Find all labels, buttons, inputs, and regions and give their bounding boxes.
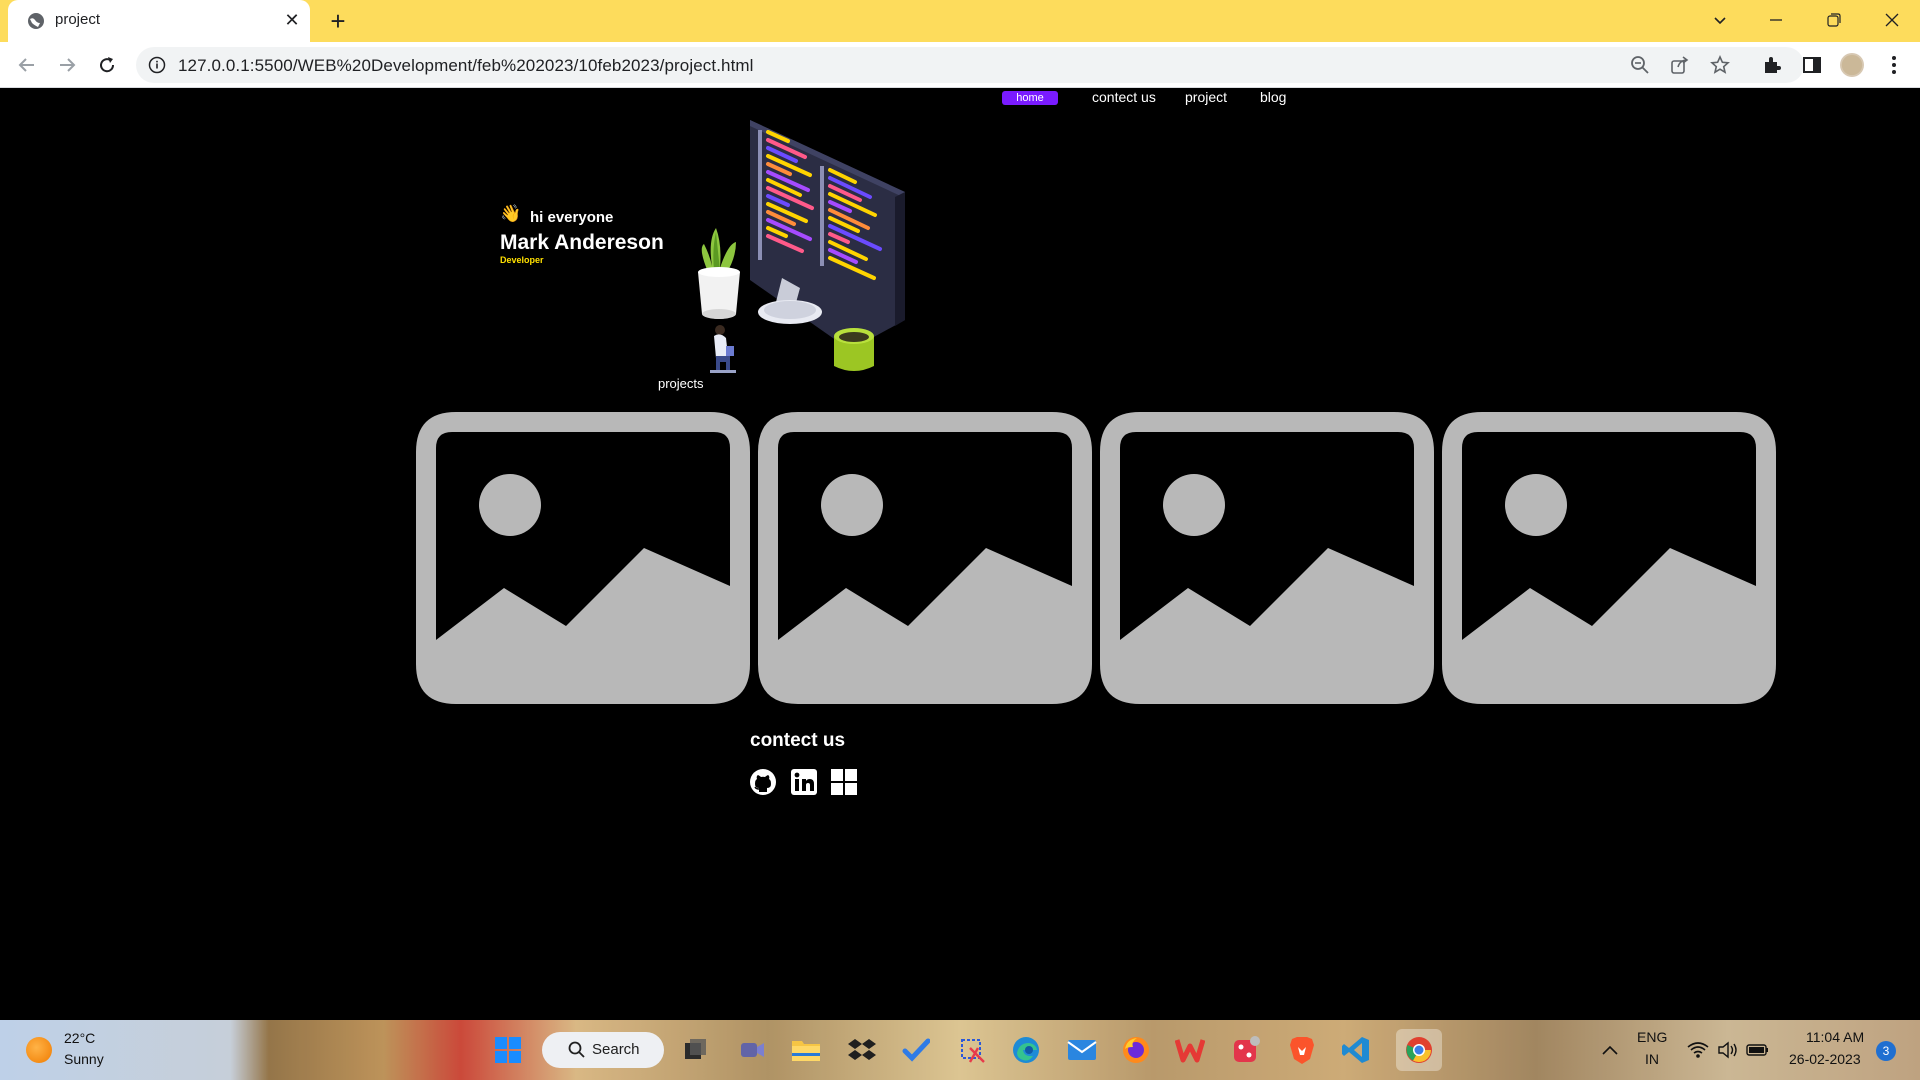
zoom-icon[interactable]: [1630, 55, 1650, 75]
windows-icon[interactable]: [830, 768, 858, 796]
wave-hand-icon: 👋: [500, 204, 522, 223]
nav-project[interactable]: project: [1185, 89, 1227, 105]
teams-icon[interactable]: [736, 1034, 768, 1066]
projects-label: projects: [658, 376, 704, 391]
chevron-up-icon[interactable]: [1594, 1034, 1626, 1066]
url-text: 127.0.0.1:5500/WEB%20Development/feb%202…: [178, 56, 754, 75]
back-arrow-icon: [18, 58, 34, 72]
task-view-icon[interactable]: [680, 1034, 712, 1066]
wps-office-icon[interactable]: [1174, 1034, 1206, 1066]
side-panel-icon[interactable]: [1800, 53, 1824, 77]
project-card-4[interactable]: [1442, 412, 1776, 704]
windows-start-icon: [495, 1037, 521, 1063]
address-bar[interactable]: 127.0.0.1:5500/WEB%20Development/feb%202…: [136, 47, 1804, 83]
search-label: Search: [592, 1041, 640, 1058]
dropbox-icon[interactable]: [846, 1034, 878, 1066]
profile-avatar[interactable]: [1840, 53, 1864, 77]
contact-title: contect us: [750, 730, 846, 751]
forward-arrow-icon: [60, 58, 76, 72]
hero-greeting: hi everyone: [530, 209, 614, 226]
close-tab-icon[interactable]: ✕: [281, 9, 303, 31]
language-bottom[interactable]: IN: [1645, 1051, 1659, 1067]
clock-time[interactable]: 11:04 AM: [1806, 1029, 1864, 1045]
firefox-icon[interactable]: [1120, 1034, 1152, 1066]
image-placeholder-icon: [1100, 412, 1434, 704]
weather-condition[interactable]: Sunny: [64, 1051, 104, 1067]
game-app-icon[interactable]: [1230, 1034, 1262, 1066]
battery-icon[interactable]: [1742, 1034, 1774, 1066]
search-icon: [568, 1041, 585, 1058]
browser-tabstrip: project ✕ +: [0, 0, 1920, 42]
image-placeholder-icon: [416, 412, 750, 704]
file-explorer-icon[interactable]: [790, 1034, 822, 1066]
globe-icon: [28, 13, 44, 29]
volume-icon[interactable]: [1712, 1034, 1744, 1066]
taskbar-search[interactable]: Search: [542, 1032, 664, 1068]
linkedin-icon[interactable]: [790, 768, 818, 796]
github-icon[interactable]: [749, 768, 777, 796]
weather-temperature[interactable]: 22°C: [64, 1030, 95, 1046]
browser-toolbar: 127.0.0.1:5500/WEB%20Development/feb%202…: [0, 42, 1920, 88]
todo-icon[interactable]: [900, 1034, 932, 1066]
nav-blog[interactable]: blog: [1260, 89, 1286, 105]
nav-contect-us[interactable]: contect us: [1092, 89, 1156, 105]
restore-button[interactable]: [1806, 0, 1862, 40]
chrome-icon[interactable]: [1396, 1029, 1442, 1071]
snipping-tool-icon[interactable]: [956, 1034, 988, 1066]
nav-home[interactable]: home: [1002, 91, 1058, 105]
back-button[interactable]: [12, 50, 42, 80]
language-top[interactable]: ENG: [1637, 1029, 1667, 1045]
project-card-2[interactable]: [758, 412, 1092, 704]
vscode-icon[interactable]: [1340, 1034, 1372, 1066]
hero-role: Developer: [500, 255, 544, 265]
close-window-button[interactable]: [1864, 0, 1920, 40]
notification-badge[interactable]: 3: [1876, 1041, 1896, 1061]
start-button[interactable]: [492, 1034, 524, 1066]
taskbar: 22°C Sunny Search ENG IN 11:04 AM 26-02-…: [0, 1020, 1920, 1080]
page-content: home contect us project blog 👋 hi everyo…: [0, 88, 1920, 1020]
project-card-3[interactable]: [1100, 412, 1434, 704]
reload-button[interactable]: [92, 50, 122, 80]
mail-icon[interactable]: [1066, 1034, 1098, 1066]
project-card-1[interactable]: [416, 412, 750, 704]
share-icon[interactable]: [1670, 55, 1690, 75]
new-tab-button[interactable]: +: [323, 6, 353, 36]
menu-kebab-icon[interactable]: [1882, 53, 1906, 77]
developer-illustration: [698, 120, 905, 373]
forward-button[interactable]: [52, 50, 82, 80]
hero-name: Mark Andereson: [500, 231, 664, 254]
browser-tab[interactable]: project ✕: [8, 0, 310, 42]
bookmark-star-icon[interactable]: [1710, 55, 1730, 75]
wifi-icon[interactable]: [1682, 1034, 1714, 1066]
sun-icon[interactable]: [26, 1037, 52, 1063]
edge-icon[interactable]: [1010, 1034, 1042, 1066]
extensions-icon[interactable]: [1760, 53, 1784, 77]
site-info-icon[interactable]: [148, 56, 166, 74]
tab-search-icon[interactable]: [1692, 0, 1748, 40]
brave-icon[interactable]: [1286, 1034, 1318, 1066]
tab-title: project: [55, 11, 101, 28]
image-placeholder-icon: [758, 412, 1092, 704]
clock-date[interactable]: 26-02-2023: [1789, 1051, 1861, 1067]
image-placeholder-icon: [1442, 412, 1776, 704]
reload-icon: [100, 57, 115, 73]
minimize-button[interactable]: [1748, 0, 1804, 40]
